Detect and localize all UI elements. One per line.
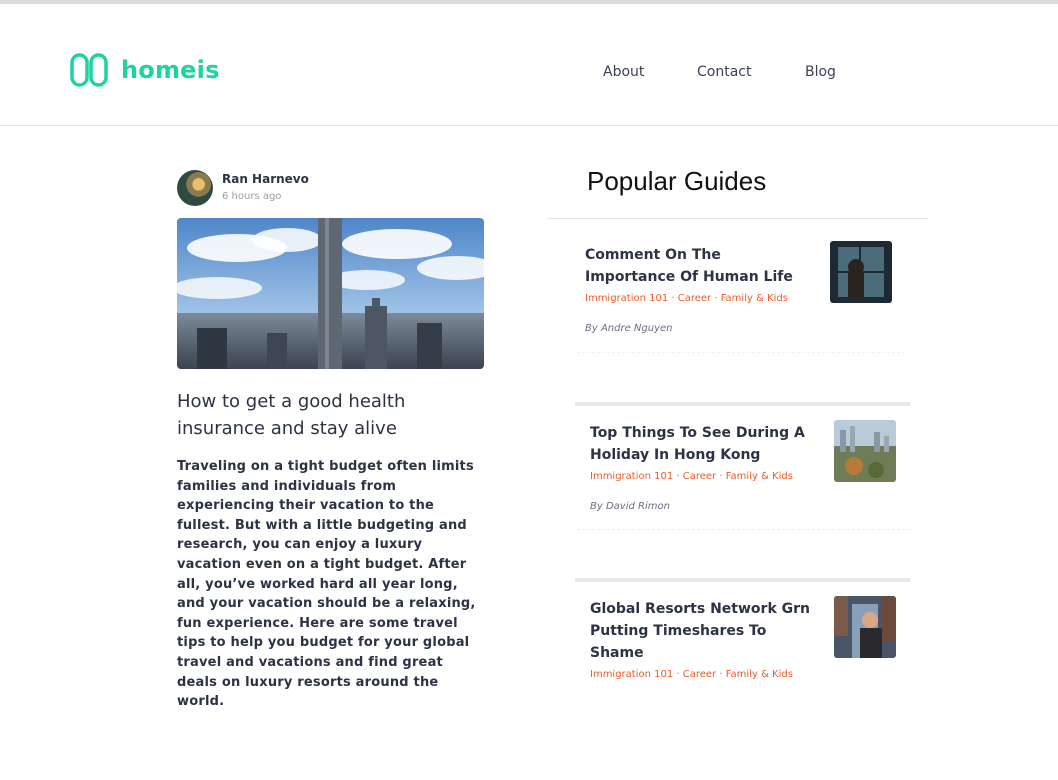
logo-link[interactable]: homeis <box>70 53 220 87</box>
guide-title[interactable]: Comment On The Importance Of Human Life <box>585 244 810 288</box>
guide-separator <box>577 529 910 530</box>
nav-blog-link[interactable]: Blog <box>805 64 836 80</box>
logo-text: homeis <box>121 56 220 84</box>
guide-tags[interactable]: Immigration 101 · Career · Family & Kids <box>590 669 925 680</box>
author-name[interactable]: Ran Harnevo <box>222 172 309 186</box>
post-body: Traveling on a tight budget often limits… <box>177 459 476 710</box>
guide-separator <box>575 402 910 406</box>
site-header: homeis About Contact Blog <box>0 4 1058 126</box>
nav-contact-link[interactable]: Contact <box>697 64 751 80</box>
guide-separator <box>575 578 910 582</box>
guide-author: By Andre Nguyen <box>585 323 673 334</box>
guide-separator <box>577 352 905 353</box>
author-avatar[interactable] <box>177 170 213 206</box>
street-person-image <box>834 596 896 658</box>
window-portrait-image <box>830 241 892 303</box>
author-meta: Ran Harnevo 6 hours ago <box>222 170 309 206</box>
popular-guides-heading: Popular Guides <box>587 166 767 196</box>
city-skyline-image <box>177 218 484 369</box>
guide-thumbnail[interactable] <box>830 241 892 303</box>
post-hero-image[interactable] <box>177 218 484 369</box>
hong-kong-image <box>834 420 896 482</box>
guide-thumbnail[interactable] <box>834 420 896 482</box>
guides-divider <box>548 218 928 219</box>
homeis-logo-icon <box>70 53 108 87</box>
guide-thumbnail[interactable] <box>834 596 896 658</box>
guide-title[interactable]: Global Resorts Network Grn Putting Times… <box>590 598 815 664</box>
post-time: 6 hours ago <box>222 191 282 202</box>
post-author: Ran Harnevo 6 hours ago <box>177 170 309 206</box>
guide-title[interactable]: Top Things To See During A Holiday In Ho… <box>590 422 815 466</box>
guide-author: By David Rimon <box>590 501 670 512</box>
nav-about-link[interactable]: About <box>603 64 644 80</box>
post-title[interactable]: How to get a good health insurance and s… <box>177 388 487 442</box>
